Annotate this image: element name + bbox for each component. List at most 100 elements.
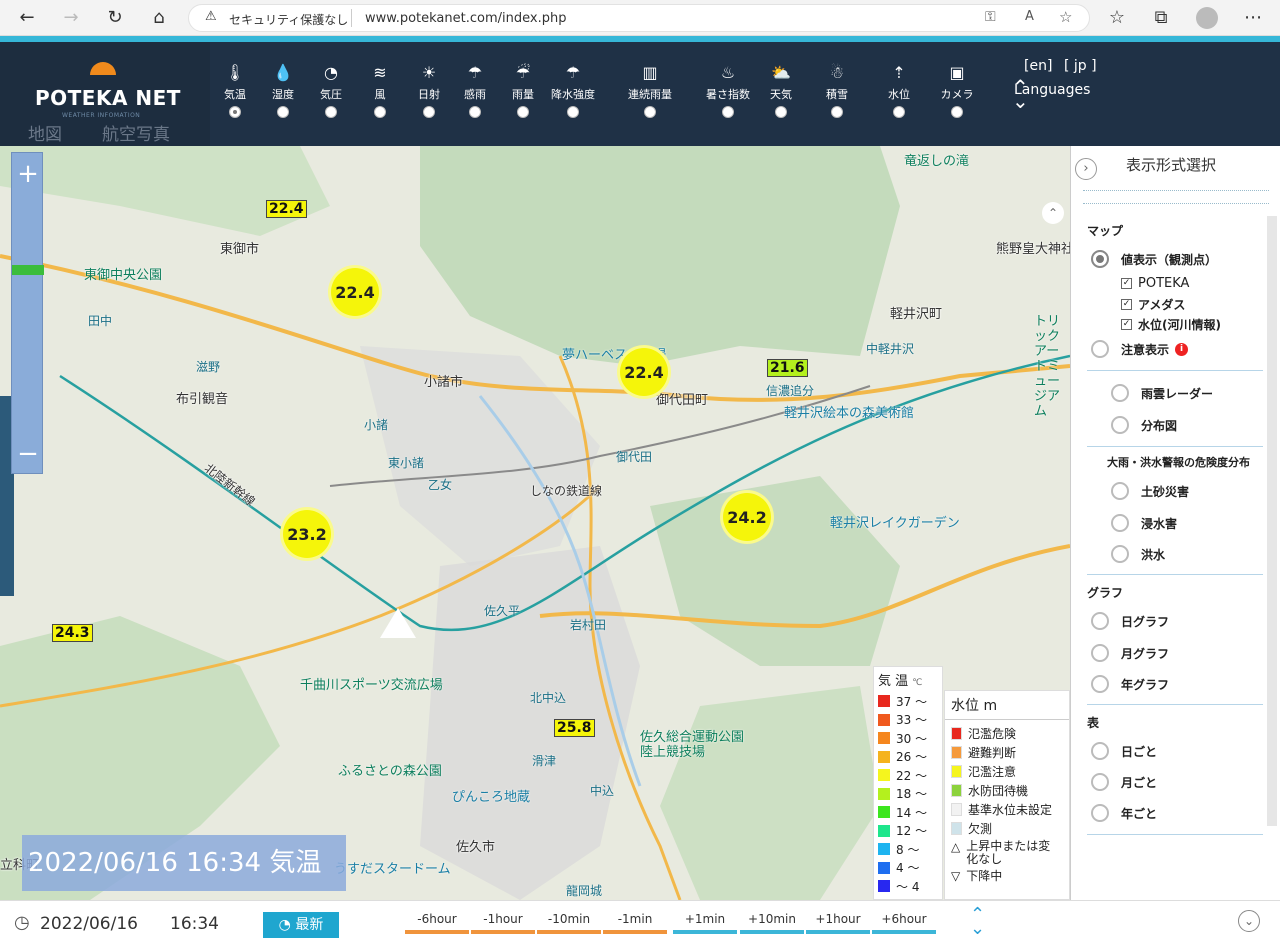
zoom-level-indicator[interactable] [12, 265, 44, 275]
nav-water-level[interactable]: ⇡ 水位 [874, 62, 924, 118]
option-day-graph[interactable]: 日グラフ [1091, 612, 1169, 630]
poi-lake-garden[interactable]: 軽井沢レイクガーデン [830, 512, 960, 531]
add-favorite-icon[interactable]: ☆ [1059, 8, 1072, 26]
time-step-button[interactable]: -10min [537, 912, 601, 934]
poi-chikumagawa-sports[interactable]: 千曲川スポーツ交流広場 [300, 674, 443, 693]
option-month-graph[interactable]: 月グラフ [1091, 644, 1169, 662]
poi-nunobiki-kannon[interactable]: 布引観音 [176, 388, 228, 407]
scroll-up-icon[interactable]: ⌃ [1042, 202, 1064, 224]
poi-kumano-shrine[interactable]: 熊野皇大神社 [996, 238, 1070, 257]
tab-aerial[interactable]: 航空写真 [102, 120, 170, 145]
address-bar[interactable]: ⚠ セキュリティ保護なし www.potekanet.com/index.php… [188, 4, 1090, 32]
time-step-button[interactable]: -6hour [405, 912, 469, 934]
option-rain-radar[interactable]: 雨雲レーダー [1111, 384, 1213, 402]
radio[interactable] [1091, 742, 1109, 760]
nav-weather[interactable]: ⛅ 天気 [756, 62, 806, 118]
check-poteka[interactable]: ✓ POTEKA [1121, 276, 1189, 291]
option-landslide[interactable]: 土砂災害 [1111, 482, 1189, 500]
latest-button[interactable]: ◔ 最新 [263, 912, 339, 938]
lang-jp-link[interactable]: [ jp ] [1064, 58, 1097, 74]
poi-pinkoro-jizo[interactable]: ぴんころ地蔵 [452, 786, 530, 805]
nav-radio[interactable] [775, 106, 787, 118]
poi-usuda-star-dome[interactable]: うすだスタードーム [334, 858, 451, 877]
observation-label[interactable]: 25.8 [554, 719, 595, 737]
poi-saku-stadium[interactable]: 佐久総合運動公園 陸上競技場 [640, 730, 758, 760]
nav-radio[interactable] [517, 106, 529, 118]
nav-radio[interactable] [325, 106, 337, 118]
radio[interactable] [1111, 482, 1129, 500]
observation-label[interactable]: 21.6 [767, 359, 808, 377]
favorites-icon[interactable]: ☆ [1104, 6, 1130, 30]
option-monthly-table[interactable]: 月ごと [1091, 773, 1157, 791]
nav-radio[interactable] [374, 106, 386, 118]
poi-tomi-central-park[interactable]: 東御中央公園 [84, 264, 162, 283]
radio[interactable] [1111, 384, 1129, 402]
nav-thermometer[interactable]: 🌡 気温 [210, 62, 260, 118]
home-icon[interactable]: ⌂ [146, 6, 172, 30]
collapse-down-icon[interactable]: ⌄ [1238, 910, 1260, 932]
nav-radio[interactable] [951, 106, 963, 118]
radio-caution[interactable] [1091, 340, 1109, 358]
nav-heat-index[interactable]: ♨ 暑さ指数 [690, 62, 766, 118]
lang-en-link[interactable]: [en] [1024, 58, 1052, 74]
observation-label[interactable]: 22.4 [266, 200, 307, 218]
info-icon[interactable]: i [1175, 342, 1189, 356]
water-level-marker-icon[interactable] [380, 608, 416, 638]
read-aloud-icon[interactable]: A [1025, 9, 1034, 24]
radio[interactable] [1111, 416, 1129, 434]
time-step-button[interactable]: -1hour [471, 912, 535, 934]
radio[interactable] [1111, 514, 1129, 532]
radio[interactable] [1091, 773, 1109, 791]
time-step-button[interactable]: +10min [740, 912, 804, 934]
option-daily-table[interactable]: 日ごと [1091, 742, 1157, 760]
observation-label[interactable]: 24.3 [52, 624, 93, 642]
observation-circle[interactable]: 23.2 [280, 507, 334, 561]
more-icon[interactable]: ⋯ [1240, 6, 1266, 30]
key-icon[interactable]: ⚿ [985, 9, 996, 25]
poi-furusato-park[interactable]: ふるさとの森公園 [338, 760, 442, 779]
checkbox[interactable]: ✓ [1121, 299, 1132, 310]
radio[interactable] [1111, 545, 1129, 563]
expand-chevrons-icon[interactable]: ⌃ ⌄ [970, 906, 985, 938]
nav-wind[interactable]: ≋ 風 [355, 62, 405, 118]
nav-rain-gauge[interactable]: ☔ 雨量 [498, 62, 548, 118]
time-step-button[interactable]: -1min [603, 912, 667, 934]
poi-trick-art[interactable]: トリックアートミュージアム [1034, 314, 1070, 419]
observation-circle[interactable]: 22.4 [617, 345, 671, 399]
panel-scrollbar[interactable] [1267, 216, 1277, 826]
zoom-in-button[interactable]: + [12, 159, 44, 189]
panel-toggle-icon[interactable]: › [1075, 158, 1097, 180]
nav-snow[interactable]: ☃ 積雪 [812, 62, 862, 118]
option-yearly-table[interactable]: 年ごと [1091, 804, 1157, 822]
nav-humidity[interactable]: 💧 湿度 [258, 62, 308, 118]
option-flood[interactable]: 洪水 [1111, 545, 1165, 563]
nav-pressure[interactable]: ◔ 気圧 [306, 62, 356, 118]
nav-radio[interactable] [229, 106, 241, 118]
url-text[interactable]: www.potekanet.com/index.php [365, 11, 566, 26]
observation-circle[interactable]: 24.2 [720, 490, 774, 544]
radio[interactable] [1091, 804, 1109, 822]
option-caution[interactable]: 注意表示 i [1091, 340, 1189, 358]
option-inundation[interactable]: 浸水害 [1111, 514, 1177, 532]
forward-icon[interactable]: → [58, 6, 84, 30]
option-value-display[interactable]: 値表示（観測点） [1091, 250, 1217, 268]
nav-radio[interactable] [893, 106, 905, 118]
time-step-button[interactable]: +1min [673, 912, 737, 934]
collections-icon[interactable]: ⧉ [1148, 6, 1174, 30]
reload-icon[interactable]: ↻ [102, 6, 128, 30]
nav-umbrella[interactable]: ☂ 感雨 [450, 62, 500, 118]
nav-radio[interactable] [469, 106, 481, 118]
tab-map[interactable]: 地図 [28, 120, 62, 145]
nav-radio[interactable] [644, 106, 656, 118]
nav-radio[interactable] [722, 106, 734, 118]
poi-ehon-museum[interactable]: 軽井沢絵本の森美術館 [784, 402, 914, 421]
nav-camera[interactable]: ▣ カメラ [932, 62, 982, 118]
nav-radio[interactable] [831, 106, 843, 118]
radio[interactable] [1091, 644, 1109, 662]
checkbox[interactable]: ✓ [1121, 319, 1132, 330]
check-water-level[interactable]: ✓ 水位(河川情報) [1121, 316, 1221, 333]
zoom-out-button[interactable]: − [12, 439, 44, 469]
nav-rain-intensity[interactable]: ☂ 降水強度 [548, 62, 598, 118]
radio-value-display[interactable] [1091, 250, 1109, 268]
option-year-graph[interactable]: 年グラフ [1091, 675, 1169, 693]
